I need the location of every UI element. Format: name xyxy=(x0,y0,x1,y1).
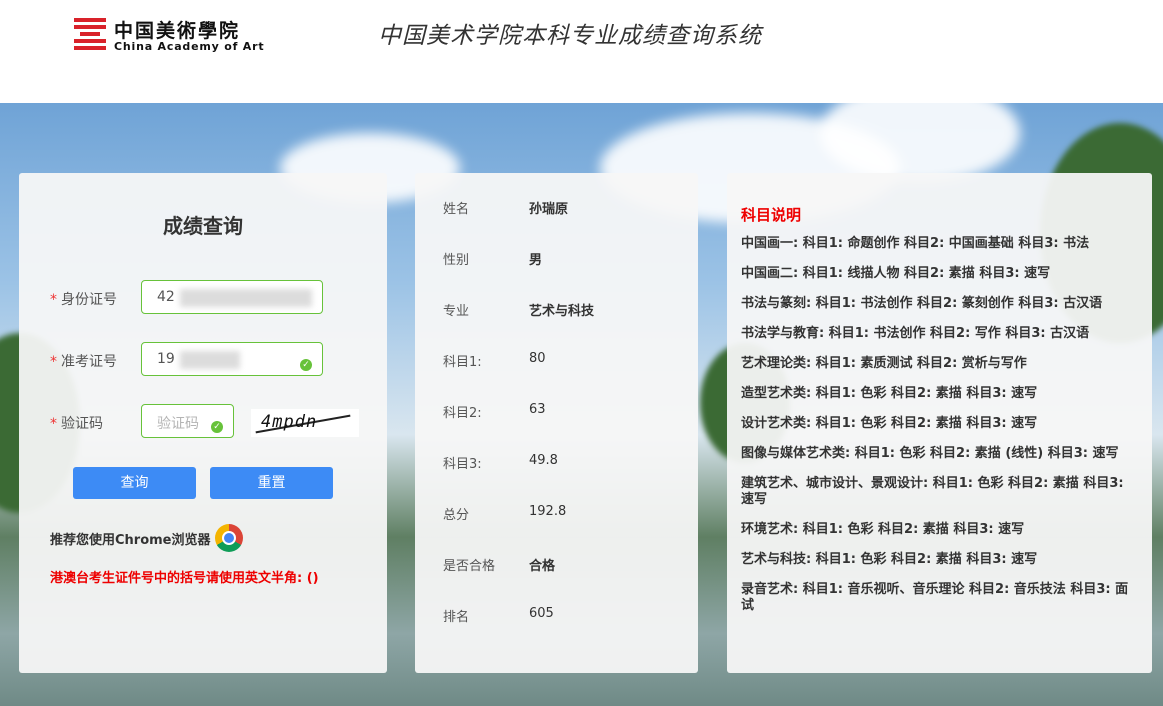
result-row: 科目2: 63 xyxy=(415,402,698,422)
result-label: 科目1: xyxy=(443,355,482,370)
result-label: 科目3: xyxy=(443,457,482,472)
academy-logo-mark-icon xyxy=(74,18,106,50)
subject-item: 图像与媒体艺术类: 科目1: 色彩 科目2: 素描 (线性) 科目3: 速写 xyxy=(741,446,1119,461)
header: 中国美術學院 China Academy of Art 中国美术学院本科专业成绩… xyxy=(0,0,1163,103)
parenthesis-warning: 港澳台考生证件号中的括号请使用英文半角: () xyxy=(50,571,319,586)
exam-number-label: * 准考证号 xyxy=(50,354,117,370)
result-row: 排名 605 xyxy=(415,606,698,626)
logo-english-text: China Academy of Art xyxy=(114,40,265,53)
id-number-label: * 身份证号 xyxy=(50,292,117,308)
logo-chinese-text: 中国美術學院 xyxy=(114,20,241,42)
result-value: 192.8 xyxy=(529,504,567,519)
result-label: 姓名 xyxy=(443,202,470,217)
subject-item: 建筑艺术、城市设计、景观设计: 科目1: 色彩 科目2: 素描 科目3: 速写 xyxy=(741,476,1124,507)
subject-description-title: 科目说明 xyxy=(741,206,802,224)
result-value: 49.8 xyxy=(529,453,558,468)
academy-logo[interactable]: 中国美術學院 China Academy of Art xyxy=(74,16,274,56)
result-value: 艺术与科技 xyxy=(529,304,595,319)
result-row: 总分 192.8 xyxy=(415,504,698,524)
captcha-input[interactable]: 验证码 ✓ xyxy=(141,404,234,438)
captcha-image[interactable]: 4mpdn xyxy=(251,409,359,437)
query-form-panel: 成绩查询 * 身份证号 42 * 准考证号 19 ✓ * 验证码 验证码 ✓ 4mpd… xyxy=(19,173,387,673)
result-label: 是否合格 xyxy=(443,559,496,574)
captcha-label: * 验证码 xyxy=(50,416,103,432)
result-row: 科目3: 49.8 xyxy=(415,453,698,473)
chrome-icon xyxy=(215,524,243,552)
site-title: 中国美术学院本科专业成绩查询系统 xyxy=(378,23,762,49)
subject-item: 艺术理论类: 科目1: 素质测试 科目2: 赏析与写作 xyxy=(741,356,1027,371)
id-number-input[interactable]: 42 xyxy=(141,280,323,314)
result-value: 男 xyxy=(529,253,543,268)
subject-item: 录音艺术: 科目1: 音乐视听、音乐理论 科目2: 音乐技法 科目3: 面试 xyxy=(741,582,1129,613)
subject-item: 书法与篆刻: 科目1: 书法创作 科目2: 篆刻创作 科目3: 古汉语 xyxy=(741,296,1103,311)
subject-item: 中国画二: 科目1: 线描人物 科目2: 素描 科目3: 速写 xyxy=(741,266,1051,281)
form-title: 成绩查询 xyxy=(163,214,243,238)
result-label: 总分 xyxy=(443,508,470,523)
result-row: 科目1: 80 xyxy=(415,351,698,371)
result-value: 80 xyxy=(529,351,546,366)
subject-item: 设计艺术类: 科目1: 色彩 科目2: 素描 科目3: 速写 xyxy=(741,416,1038,431)
subject-item: 造型艺术类: 科目1: 色彩 科目2: 素描 科目3: 速写 xyxy=(741,386,1038,401)
result-label: 科目2: xyxy=(443,406,482,421)
result-value: 孙瑞原 xyxy=(529,202,569,217)
check-icon: ✓ xyxy=(300,359,312,371)
result-row: 专业 艺术与科技 xyxy=(415,300,698,320)
result-row: 性别 男 xyxy=(415,249,698,269)
result-row: 是否合格 合格 xyxy=(415,555,698,575)
result-value: 605 xyxy=(529,606,554,621)
result-panel: 姓名 孙瑞原 性别 男 专业 艺术与科技 科目1: 80 科目2: 63 科目3… xyxy=(415,173,698,673)
check-icon: ✓ xyxy=(211,421,223,433)
subject-item: 中国画一: 科目1: 命题创作 科目2: 中国画基础 科目3: 书法 xyxy=(741,236,1090,251)
subject-item: 艺术与科技: 科目1: 色彩 科目2: 素描 科目3: 速写 xyxy=(741,552,1038,567)
subject-description-panel: 科目说明 中国画一: 科目1: 命题创作 科目2: 中国画基础 科目3: 书法 … xyxy=(727,173,1152,673)
browser-recommendation: 推荐您使用Chrome浏览器 xyxy=(50,533,211,548)
subject-list: 中国画一: 科目1: 命题创作 科目2: 中国画基础 科目3: 书法 中国画二:… xyxy=(741,236,1137,628)
result-value: 合格 xyxy=(529,559,556,574)
subject-item: 书法学与教育: 科目1: 书法创作 科目2: 写作 科目3: 古汉语 xyxy=(741,326,1090,341)
subject-item: 环境艺术: 科目1: 色彩 科目2: 素描 科目3: 速写 xyxy=(741,522,1025,537)
reset-button[interactable]: 重置 xyxy=(210,467,333,499)
result-label: 专业 xyxy=(443,304,470,319)
result-label: 排名 xyxy=(443,610,470,625)
result-row: 姓名 孙瑞原 xyxy=(415,198,698,218)
result-label: 性别 xyxy=(443,253,470,268)
exam-number-input[interactable]: 19 ✓ xyxy=(141,342,323,376)
query-button[interactable]: 查询 xyxy=(73,467,196,499)
result-value: 63 xyxy=(529,402,546,417)
